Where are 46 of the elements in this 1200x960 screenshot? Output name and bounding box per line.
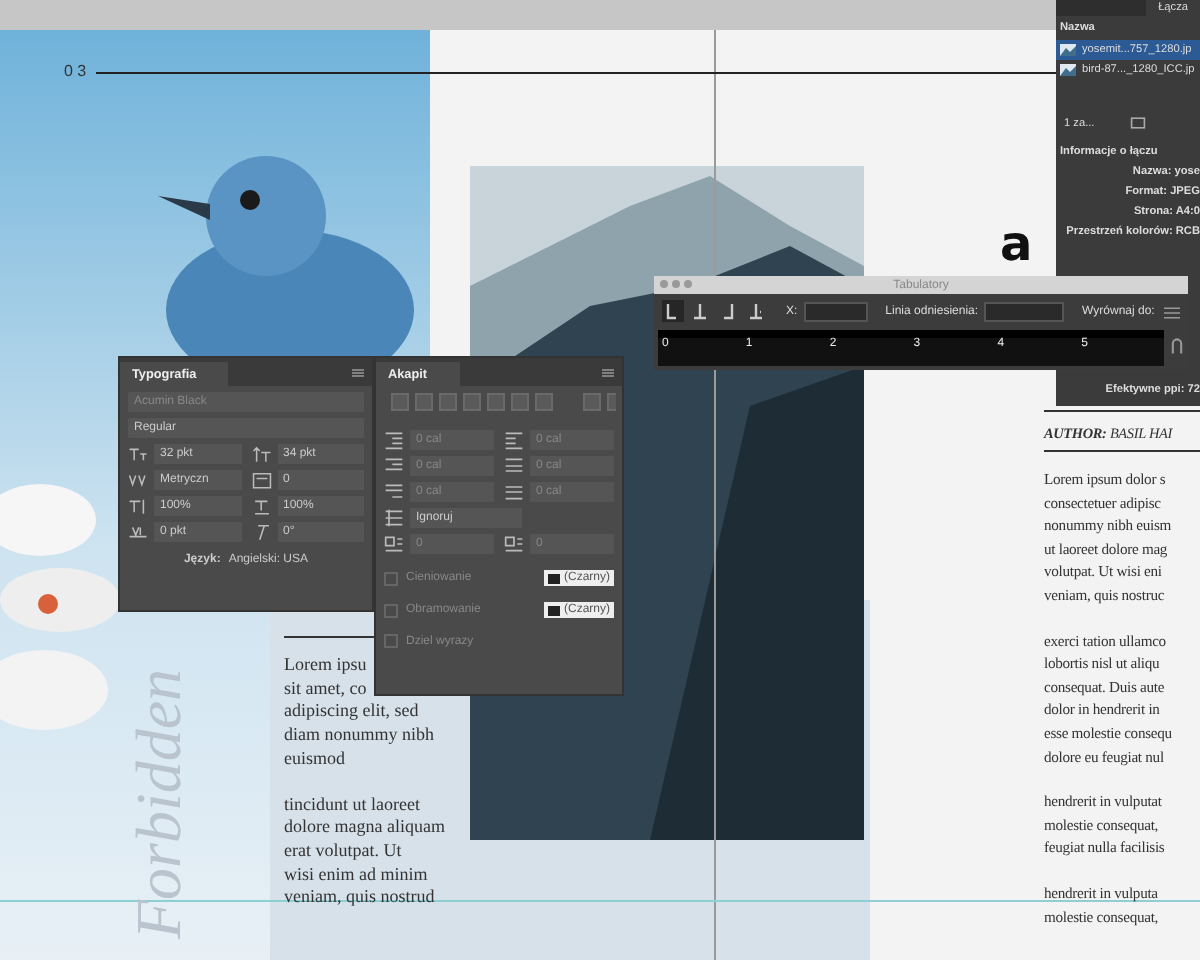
text-setting-icon <box>128 522 148 542</box>
text-setting-icon <box>251 496 271 516</box>
menu-icon[interactable] <box>1164 306 1180 320</box>
input-field[interactable] <box>984 301 1065 321</box>
checkbox[interactable] <box>384 571 398 585</box>
tab-type-button[interactable] <box>662 300 684 322</box>
body-text-line: diam nonummy nibh <box>284 724 434 748</box>
grid-align-icon <box>384 508 404 528</box>
text-setting-icon <box>128 496 148 516</box>
drop-cap-icon <box>504 534 524 554</box>
paragraph-setting-icon <box>384 482 404 502</box>
tab-stop-icon <box>662 300 682 322</box>
tab-type-button[interactable] <box>746 300 768 322</box>
paragraph-setting-icon <box>384 430 404 450</box>
body-text-line: Lorem ipsu <box>284 654 367 678</box>
text-setting-icon <box>128 470 148 490</box>
tab-stop-icon <box>690 300 710 322</box>
tab-stop-icon <box>746 300 766 322</box>
body-text-line: adipiscing elit, sed <box>284 700 419 725</box>
body-text-line: tincidunt ut laoreet <box>284 793 420 817</box>
tab-type-button[interactable] <box>690 300 712 322</box>
text-setting-icon <box>128 444 148 464</box>
tab-stop-icon <box>718 300 738 322</box>
body-text-line: sit amet, co <box>284 677 367 701</box>
menu-icon[interactable] <box>602 368 614 378</box>
input-field[interactable] <box>803 301 868 321</box>
body-text-line: wisi enim ad minim <box>284 863 428 887</box>
paragraph-setting-icon <box>504 482 524 502</box>
text-setting-icon <box>251 470 271 490</box>
body-text-line: erat volutpat. Ut <box>284 839 402 864</box>
paragraph-setting-icon <box>504 430 524 450</box>
body-text-line: dolore magna aliquam <box>284 816 445 840</box>
body-text-line: veniam, quis nostrud <box>284 886 435 911</box>
checkbox[interactable] <box>384 634 398 648</box>
drop-letter: a <box>1000 216 1033 272</box>
paragraph-setting-icon <box>504 456 524 476</box>
paragraph-setting-icon <box>384 456 404 476</box>
drop-cap-icon <box>384 534 404 554</box>
menu-icon[interactable] <box>352 368 364 378</box>
image-thumbnail-icon <box>1060 64 1076 76</box>
body-text-line: euismod <box>284 747 345 772</box>
magnet-icon[interactable] <box>1170 336 1184 354</box>
text-setting-icon <box>251 444 271 464</box>
page-number: 0 3 <box>64 62 87 80</box>
image-thumbnail-icon <box>1060 44 1076 56</box>
checkbox[interactable] <box>384 603 398 617</box>
